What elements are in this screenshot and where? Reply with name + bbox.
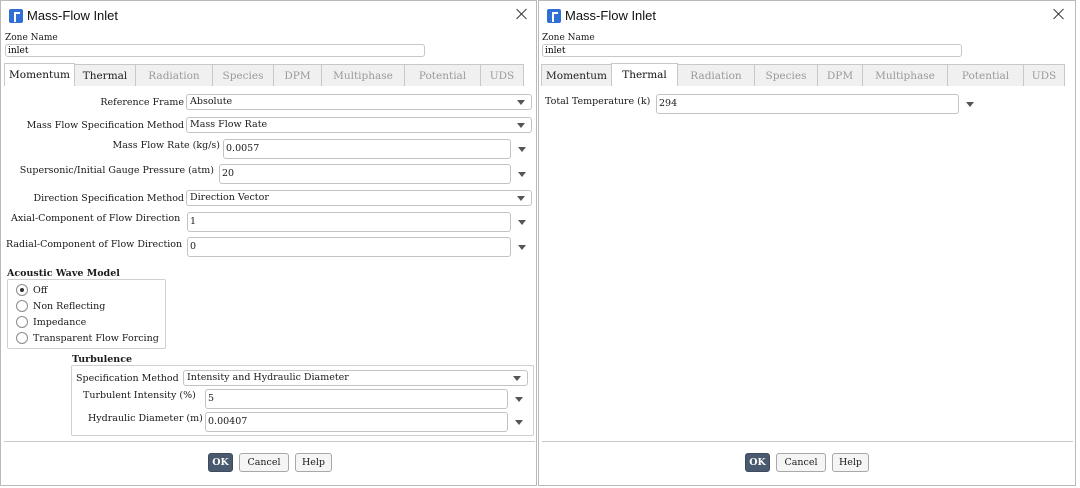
turbulence-spec-label: Specification Method — [76, 373, 179, 384]
radio-label: Transparent Flow Forcing — [33, 332, 159, 344]
reference-frame-select[interactable]: Absolute — [186, 94, 532, 110]
chevron-down-icon — [517, 100, 525, 105]
turbulence-spec-value: Intensity and Hydraulic Diameter — [187, 372, 349, 383]
close-icon[interactable] — [514, 6, 530, 22]
hydraulic-diameter-input[interactable]: 0.00407 — [205, 412, 508, 432]
mass-flow-rate-input[interactable]: 0.0057 — [223, 139, 511, 159]
dialog-title: Mass-Flow Inlet — [565, 8, 657, 23]
tab-momentum[interactable]: Momentum — [541, 64, 612, 86]
dialog-title: Mass-Flow Inlet — [27, 8, 119, 23]
cancel-button[interactable]: Cancel — [239, 453, 289, 472]
reference-frame-value: Absolute — [190, 96, 233, 107]
title-bar: Mass-Flow Inlet — [539, 1, 1075, 31]
tab-multiphase[interactable]: Multiphase — [862, 64, 948, 86]
zone-name-label: Zone Name — [5, 33, 58, 43]
direction-spec-select[interactable]: Direction Vector — [186, 190, 532, 206]
mass-flow-rate-dropdown[interactable] — [518, 147, 526, 152]
radio-selected-icon — [16, 284, 28, 296]
gauge-pressure-label: Supersonic/Initial Gauge Pressure (atm) — [19, 165, 214, 176]
zone-name-input[interactable] — [5, 44, 425, 57]
axial-component-label: Axial-Component of Flow Direction — [11, 213, 181, 224]
mass-flow-inlet-dialog-momentum: Mass-Flow Inlet Zone Name Momentum Therm… — [0, 0, 537, 486]
direction-spec-value: Direction Vector — [190, 192, 269, 203]
reference-frame-label: Reference Frame — [100, 97, 184, 108]
turbulent-intensity-input[interactable]: 5 — [205, 389, 508, 409]
tab-thermal[interactable]: Thermal — [74, 64, 136, 86]
tab-potential[interactable]: Potential — [947, 64, 1024, 86]
chevron-down-icon — [517, 196, 525, 201]
radio-impedance[interactable]: Impedance — [16, 315, 86, 329]
radio-icon — [16, 332, 28, 344]
radio-non-reflecting[interactable]: Non Reflecting — [16, 299, 105, 313]
mass-flow-spec-value: Mass Flow Rate — [190, 119, 268, 130]
mass-flow-spec-select[interactable]: Mass Flow Rate — [186, 117, 532, 133]
total-temperature-input[interactable]: 294 — [656, 94, 959, 114]
acoustic-wave-model-title: Acoustic Wave Model — [7, 268, 120, 279]
fluent-app-icon — [547, 9, 561, 23]
radial-component-dropdown[interactable] — [518, 245, 526, 250]
turbulence-spec-select[interactable]: Intensity and Hydraulic Diameter — [183, 370, 528, 386]
gauge-pressure-input[interactable]: 20 — [219, 164, 511, 184]
hydraulic-diameter-dropdown[interactable] — [515, 420, 523, 425]
zone-name-label: Zone Name — [542, 33, 595, 43]
tab-species[interactable]: Species — [212, 64, 274, 86]
turbulent-intensity-label: Turbulent Intensity (%) — [83, 390, 196, 401]
close-icon[interactable] — [1051, 6, 1067, 22]
chevron-down-icon — [513, 376, 521, 381]
tab-uds[interactable]: UDS — [480, 64, 524, 86]
mass-flow-rate-label: Mass Flow Rate (kg/s) — [112, 140, 220, 151]
tab-bar: Momentum Thermal Radiation Species DPM M… — [4, 63, 524, 86]
axial-component-dropdown[interactable] — [518, 220, 526, 225]
mass-flow-spec-label: Mass Flow Specification Method — [26, 120, 184, 131]
turbulent-intensity-dropdown[interactable] — [515, 397, 523, 402]
radio-icon — [16, 300, 28, 312]
direction-spec-label: Direction Specification Method — [33, 193, 184, 204]
radio-icon — [16, 316, 28, 328]
cancel-button[interactable]: Cancel — [776, 453, 826, 472]
turbulence-title: Turbulence — [72, 354, 133, 365]
help-button[interactable]: Help — [295, 453, 332, 472]
tab-dpm[interactable]: DPM — [273, 64, 322, 86]
radial-component-label: Radial-Component of Flow Direction — [6, 239, 183, 250]
ok-button[interactable]: OK — [745, 453, 770, 472]
total-temperature-dropdown[interactable] — [966, 102, 974, 107]
tab-bar: Momentum Thermal Radiation Species DPM M… — [541, 63, 1065, 86]
chevron-down-icon — [517, 123, 525, 128]
tab-uds[interactable]: UDS — [1023, 64, 1065, 86]
hydraulic-diameter-label: Hydraulic Diameter (m) — [88, 413, 203, 424]
turbulence-group: Specification Method Intensity and Hydra… — [71, 365, 534, 436]
divider — [542, 441, 1073, 442]
radio-label: Impedance — [33, 316, 87, 328]
tab-radiation[interactable]: Radiation — [135, 64, 213, 86]
total-temperature-label: Total Temperature (k) — [545, 96, 651, 107]
gauge-pressure-dropdown[interactable] — [518, 172, 526, 177]
tab-dpm[interactable]: DPM — [817, 64, 863, 86]
tab-radiation[interactable]: Radiation — [677, 64, 755, 86]
tab-species[interactable]: Species — [754, 64, 818, 86]
mass-flow-inlet-dialog-thermal: Mass-Flow Inlet Zone Name Momentum Therm… — [538, 0, 1076, 486]
radio-off[interactable]: Off — [16, 283, 48, 297]
radio-label: Off — [33, 284, 48, 296]
radial-component-input[interactable]: 0 — [187, 237, 511, 257]
title-bar: Mass-Flow Inlet — [1, 1, 536, 31]
fluent-app-icon — [9, 9, 23, 23]
radio-label: Non Reflecting — [33, 300, 106, 312]
help-button[interactable]: Help — [832, 453, 869, 472]
tab-momentum[interactable]: Momentum — [4, 63, 75, 86]
radio-transparent-flow-forcing[interactable]: Transparent Flow Forcing — [16, 331, 159, 345]
tab-potential[interactable]: Potential — [404, 64, 481, 86]
axial-component-input[interactable]: 1 — [187, 212, 511, 232]
ok-button[interactable]: OK — [208, 453, 233, 472]
acoustic-wave-model-group: Off Non Reflecting Impedance Transparent… — [7, 279, 166, 349]
divider — [4, 441, 535, 442]
zone-name-input[interactable] — [542, 44, 962, 57]
tab-thermal[interactable]: Thermal — [611, 63, 678, 86]
tab-multiphase[interactable]: Multiphase — [321, 64, 405, 86]
